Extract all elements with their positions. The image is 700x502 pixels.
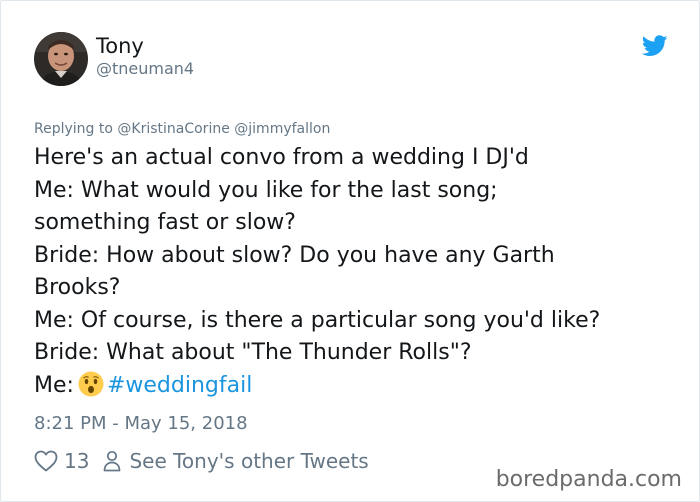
tweet-last-line: Me: #weddingfail [34, 370, 684, 403]
tweet-line: Me: What would you like for the last son… [34, 177, 498, 203]
avatar-image [34, 32, 88, 86]
tweet-line: Bride: How about slow? Do you have any G… [34, 242, 555, 268]
tweet-line: something fast or slow? [34, 210, 296, 235]
avatar[interactable] [34, 32, 88, 86]
replying-to: Replying to @KristinaCorine @jimmyfallon [34, 120, 330, 138]
like-count: 13 [64, 449, 90, 473]
author-display-name[interactable]: Tony [96, 33, 144, 59]
tweet-line: Brooks? [34, 275, 121, 300]
tweet-line: Here's an actual convo from a wedding I … [34, 145, 529, 170]
mention-link[interactable]: @KristinaCorine [117, 121, 229, 137]
tweet-line: Bride: What about "The Thunder Rolls"? [34, 340, 472, 365]
watermark: boredpanda.com [495, 467, 682, 492]
tweet-line-prefix: Me: [34, 372, 74, 398]
author-handle[interactable]: @tneuman4 [96, 59, 194, 79]
heart-icon[interactable] [34, 450, 58, 472]
tweet-timestamp[interactable]: 8:21 PM - May 15, 2018 [34, 412, 248, 436]
twitter-bird-icon[interactable] [641, 35, 668, 57]
tweet-line: Me: Of course, is there a particular son… [34, 307, 601, 333]
astonished-face-emoji-icon [78, 371, 104, 397]
person-icon [103, 450, 121, 472]
tweet-text: Here's an actual convo from a wedding I … [34, 142, 684, 402]
mention-link[interactable]: @jimmyfallon [234, 121, 330, 137]
tweet-card: Tony @tneuman4 Replying to @KristinaCori… [0, 0, 700, 502]
see-other-tweets-link[interactable]: See Tony's other Tweets [129, 449, 368, 473]
tweet-actions: 13 See Tony's other Tweets [34, 447, 369, 475]
hashtag-link[interactable]: #weddingfail [107, 373, 252, 398]
replying-to-label: Replying to [34, 121, 113, 137]
